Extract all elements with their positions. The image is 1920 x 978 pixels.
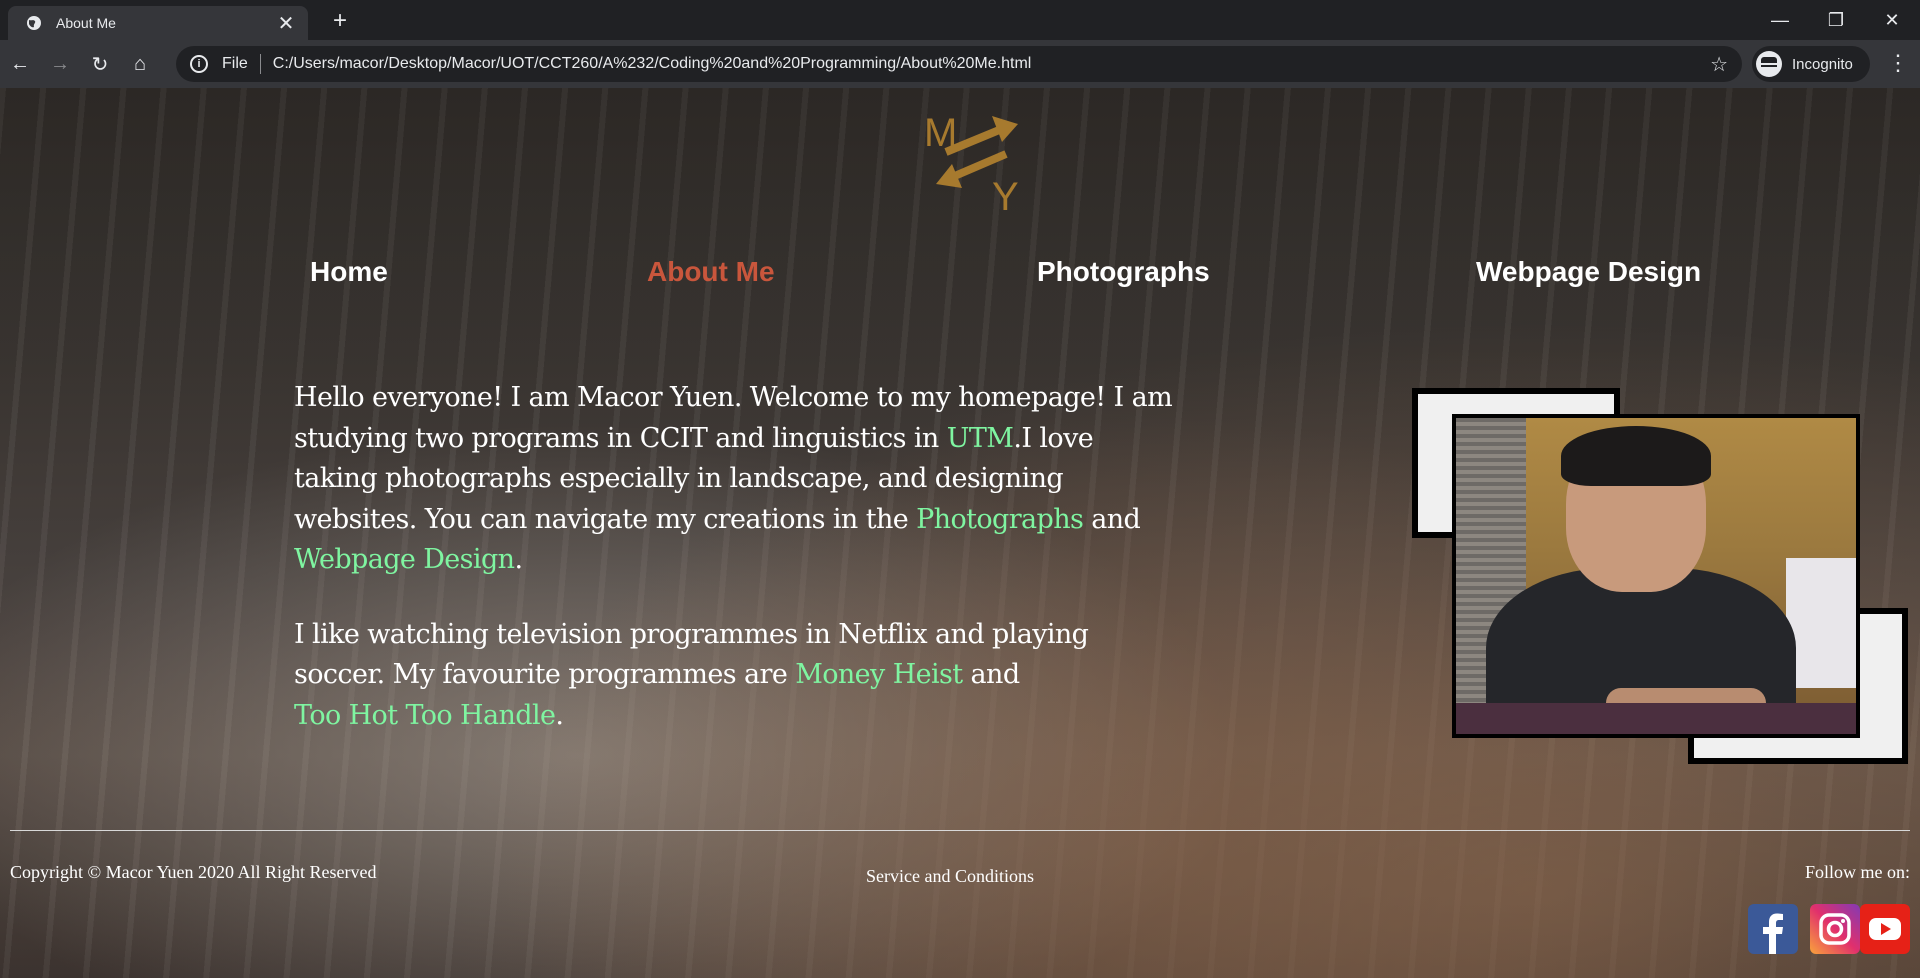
incognito-badge[interactable]: Incognito xyxy=(1752,46,1870,82)
intro-p1-text: . xyxy=(514,544,523,575)
youtube-icon[interactable] xyxy=(1860,904,1910,954)
forward-button[interactable]: → xyxy=(40,44,80,84)
tab-title: About Me xyxy=(56,15,116,31)
close-window-button[interactable]: ✕ xyxy=(1864,0,1920,40)
intro-p2-text: . xyxy=(555,699,564,731)
address-bar[interactable]: i File C:/Users/macor/Desktop/Macor/UOT/… xyxy=(176,46,1742,82)
link-money-heist[interactable]: Money Heist xyxy=(795,659,963,690)
intro-paragraph-2: I like watching television programmes in… xyxy=(294,615,1174,737)
link-utm[interactable]: UTM xyxy=(947,423,1014,454)
service-conditions-link[interactable]: Service and Conditions xyxy=(866,866,1034,887)
url-text[interactable]: C:/Users/macor/Desktop/Macor/UOT/CCT260/… xyxy=(273,55,1710,73)
site-info-icon[interactable]: i xyxy=(190,55,208,73)
browser-menu-icon[interactable]: ⋮ xyxy=(1880,46,1916,82)
copyright-text: Copyright © Macor Yuen 2020 All Right Re… xyxy=(10,862,377,882)
nav-photographs[interactable]: Photographs xyxy=(1037,256,1210,288)
incognito-icon xyxy=(1756,51,1782,77)
intro-p1-text: and xyxy=(1083,503,1141,535)
back-button[interactable]: ← xyxy=(0,44,40,84)
link-too-hot-too-handle[interactable]: Too Hot Too Handle xyxy=(294,700,556,731)
nav-home[interactable]: Home xyxy=(310,256,388,288)
intro-paragraph-1: Hello everyone! I am Macor Yuen. Welcome… xyxy=(294,378,1174,581)
incognito-label: Incognito xyxy=(1792,55,1853,73)
window-controls: — ❐ ✕ xyxy=(1752,0,1920,40)
logo-letter-y: Y xyxy=(992,175,1019,216)
instagram-icon[interactable] xyxy=(1810,904,1860,954)
page-viewport: M Y Home About Me Photographs Webpage De… xyxy=(0,88,1920,978)
instagram-glyph xyxy=(1819,913,1851,945)
link-webpage-design[interactable]: Webpage Design xyxy=(294,544,515,575)
youtube-glyph xyxy=(1869,918,1901,940)
photo-chair xyxy=(1456,703,1856,734)
intro-p2-text: and xyxy=(962,659,1021,690)
link-photographs[interactable]: Photographs xyxy=(916,504,1084,535)
minimize-button[interactable]: — xyxy=(1752,0,1808,40)
globe-icon xyxy=(27,16,41,30)
restore-button[interactable]: ❐ xyxy=(1808,0,1864,40)
tab-strip: About Me ✕ + — ❐ ✕ xyxy=(0,0,1920,40)
reload-button[interactable]: ↻ xyxy=(80,44,120,84)
home-button[interactable]: ⌂ xyxy=(120,44,160,84)
profile-photo xyxy=(1452,414,1860,738)
follow-me-label: Follow me on: xyxy=(1804,862,1910,882)
intro-text: Hello everyone! I am Macor Yuen. Welcome… xyxy=(294,378,1174,770)
photo-table xyxy=(1786,558,1856,688)
photo-hair xyxy=(1561,426,1711,486)
facebook-glyph xyxy=(1763,913,1783,954)
url-scheme: File xyxy=(222,55,248,72)
nav-about-me[interactable]: About Me xyxy=(647,256,775,288)
browser-toolbar: ← → ↻ ⌂ i File C:/Users/macor/Desktop/Ma… xyxy=(0,40,1920,88)
url-separator xyxy=(259,54,261,74)
main-nav: Home About Me Photographs Webpage Design xyxy=(0,256,1920,296)
browser-tab[interactable]: About Me ✕ xyxy=(8,6,308,40)
tab-close-icon[interactable]: ✕ xyxy=(272,11,300,36)
site-logo[interactable]: M Y xyxy=(922,106,1030,216)
new-tab-button[interactable]: + xyxy=(326,8,354,36)
nav-webpage-design[interactable]: Webpage Design xyxy=(1476,256,1701,288)
facebook-icon[interactable] xyxy=(1748,904,1798,954)
bookmark-star-icon[interactable]: ☆ xyxy=(1710,52,1728,77)
footer-divider xyxy=(10,830,1910,831)
